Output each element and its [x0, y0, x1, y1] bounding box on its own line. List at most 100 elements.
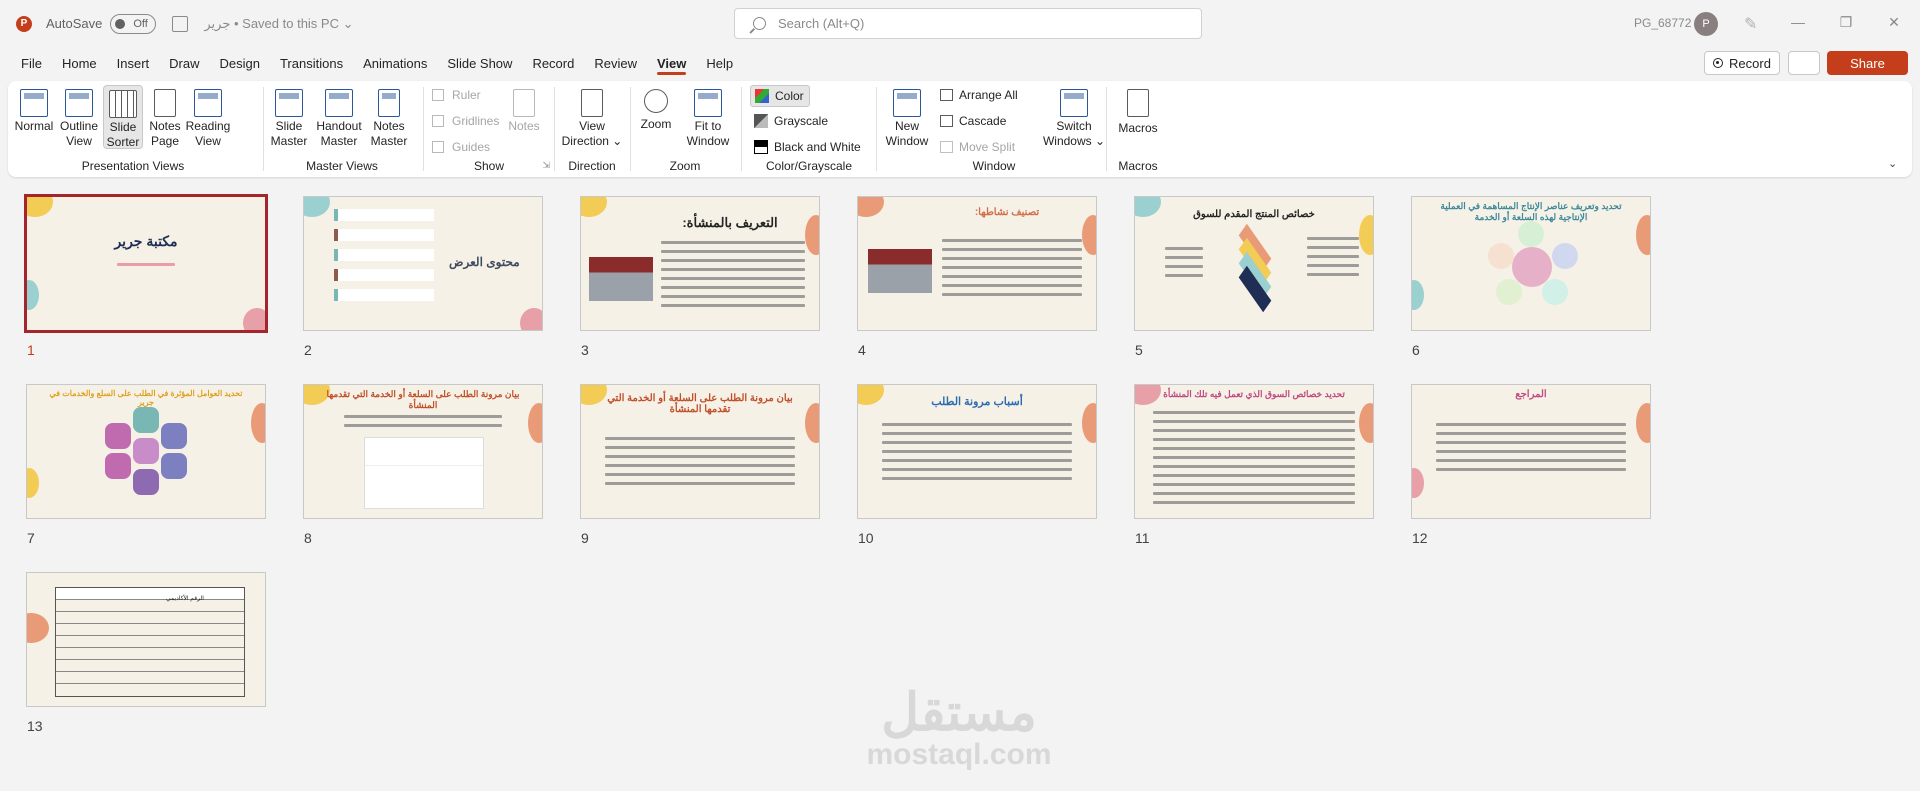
- view-direction-label-1: View: [579, 119, 605, 133]
- slide-number: 11: [1135, 530, 1150, 546]
- notes-button[interactable]: Notes: [504, 85, 544, 134]
- notes-page-icon: [154, 89, 176, 117]
- guides-checkbox[interactable]: Guides: [432, 137, 490, 157]
- fit-to-window-button[interactable]: Fit to Window: [683, 85, 733, 149]
- comments-button[interactable]: [1788, 51, 1820, 75]
- tab-animations[interactable]: Animations: [353, 47, 437, 79]
- ruler-checkbox[interactable]: Ruler: [432, 85, 481, 105]
- tab-slide-show[interactable]: Slide Show: [437, 47, 522, 79]
- normal-view-button[interactable]: Normal: [12, 85, 56, 134]
- slide-thumbnail-9[interactable]: بيان مرونة الطلب على السلعة أو الخدمة ال…: [580, 384, 820, 519]
- tab-insert[interactable]: Insert: [107, 47, 160, 79]
- group-zoom: Zoom Fit to Window Zoom: [633, 81, 737, 177]
- notes-page-button[interactable]: Notes Page: [146, 85, 184, 149]
- tab-help[interactable]: Help: [696, 47, 743, 79]
- slide-title: بيان مرونة الطلب على السلعة أو الخدمة ال…: [607, 393, 793, 415]
- designer-pen-icon[interactable]: ✎: [1744, 14, 1760, 33]
- tab-home[interactable]: Home: [52, 47, 107, 79]
- group-window: New Window Arrange All Cascade Move Spli…: [878, 81, 1110, 177]
- arrange-all-icon: [940, 89, 953, 101]
- separator: [263, 87, 264, 171]
- color-label: Color: [775, 89, 804, 103]
- reading-view-button[interactable]: Reading View: [184, 85, 232, 149]
- slide-thumbnail-6[interactable]: تحديد وتعريف عناصر الإنتاج المساهمة في ا…: [1411, 196, 1651, 331]
- minimize-button[interactable]: —: [1788, 12, 1808, 32]
- group-master-views: Slide Master Handout Master Notes Master…: [266, 81, 418, 177]
- tab-design[interactable]: Design: [210, 47, 270, 79]
- macros-icon: [1127, 89, 1149, 117]
- notes-master-button[interactable]: Notes Master: [366, 85, 412, 149]
- slide-thumbnail-5[interactable]: خصائص المنتج المقدم للسوق: [1134, 196, 1374, 331]
- tab-record[interactable]: Record: [522, 47, 584, 79]
- outline-view-button[interactable]: Outline View: [58, 85, 100, 149]
- cascade-button[interactable]: Cascade: [940, 111, 1006, 131]
- close-button[interactable]: ✕: [1884, 12, 1904, 32]
- grayscale-label: Grayscale: [774, 114, 829, 128]
- arrange-all-button[interactable]: Arrange All: [940, 85, 1018, 105]
- share-button[interactable]: Share: [1827, 51, 1908, 75]
- switch-windows-icon: [1060, 89, 1088, 117]
- slide-thumbnail-3[interactable]: التعريف بالمنشأة:: [580, 196, 820, 331]
- slide-number: 12: [1412, 530, 1428, 546]
- collapse-ribbon-chevron-icon[interactable]: ⌄: [1888, 157, 1897, 170]
- tab-file[interactable]: File: [11, 47, 52, 79]
- restore-button[interactable]: ❐: [1836, 12, 1856, 32]
- avatar[interactable]: P: [1694, 12, 1718, 36]
- reading-view-label-2: View: [195, 134, 221, 148]
- tab-review[interactable]: Review: [584, 47, 647, 79]
- share-label: Share: [1850, 55, 1885, 71]
- search-input[interactable]: Search (Alt+Q): [734, 8, 1202, 39]
- slide-thumbnail-12[interactable]: المراجع: [1411, 384, 1651, 519]
- slide-thumbnail-2[interactable]: محتوى العرض: [303, 196, 543, 331]
- switch-windows-button[interactable]: Switch Windows ⌄: [1042, 85, 1106, 149]
- tab-draw[interactable]: Draw: [159, 47, 209, 79]
- save-icon[interactable]: [172, 15, 189, 32]
- notes-master-icon: [378, 89, 400, 117]
- group-show: Ruler Gridlines Guides Notes Show ⇲: [426, 81, 552, 177]
- tab-view[interactable]: View: [647, 47, 696, 79]
- slide-number: 4: [858, 342, 866, 358]
- outline-view-label-2: View: [66, 134, 92, 148]
- move-split-label: Move Split: [959, 140, 1016, 154]
- grayscale-button[interactable]: Grayscale: [754, 111, 828, 131]
- autosave-toggle[interactable]: Off: [110, 13, 157, 34]
- macros-label: Macros: [1118, 121, 1158, 135]
- slide-sorter-button[interactable]: Slide Sorter: [103, 85, 143, 149]
- slide-thumbnail-4[interactable]: تصنيف نشاطها:: [857, 196, 1097, 331]
- record-button[interactable]: Record: [1704, 51, 1780, 75]
- slide-number: 7: [27, 530, 35, 546]
- move-split-button[interactable]: Move Split: [940, 137, 1015, 157]
- tab-transitions[interactable]: Transitions: [270, 47, 353, 79]
- ruler-check-icon: [432, 89, 444, 101]
- slide-thumbnail-1[interactable]: مكتبة جرير: [24, 194, 268, 333]
- view-direction-label-2: Direction ⌄: [561, 134, 623, 148]
- slide-number: 13: [27, 718, 43, 734]
- slide-title: تحديد العوامل المؤثرة في الطلب على السلع…: [49, 389, 243, 407]
- macros-button[interactable]: Macros: [1114, 85, 1162, 136]
- slide-title: التعريف بالمنشأة:: [682, 215, 778, 230]
- group-color-grayscale: Color Grayscale Black and White Color/Gr…: [744, 81, 874, 177]
- black-and-white-button[interactable]: Black and White: [754, 137, 861, 157]
- slide-master-button[interactable]: Slide Master: [266, 85, 312, 149]
- move-split-icon: [940, 141, 953, 153]
- slide-title: المراجع: [1515, 389, 1547, 400]
- handout-master-button[interactable]: Handout Master: [314, 85, 364, 149]
- slide-title: الرقم الأكاديمي: [166, 596, 204, 602]
- powerpoint-logo-icon: P: [16, 15, 32, 32]
- show-dialog-launcher-icon[interactable]: ⇲: [542, 160, 550, 171]
- color-button[interactable]: Color: [750, 85, 810, 107]
- autosave-label: AutoSave: [46, 16, 103, 31]
- gridlines-checkbox[interactable]: Gridlines: [432, 111, 499, 131]
- slide-number: 6: [1412, 342, 1420, 358]
- slide-thumbnail-11[interactable]: تحديد خصائص السوق الذي تعمل فيه تلك المن…: [1134, 384, 1374, 519]
- new-window-button[interactable]: New Window: [882, 85, 932, 149]
- slide-thumbnail-8[interactable]: بيان مرونة الطلب على السلعة أو الخدمة ال…: [303, 384, 543, 519]
- slide-thumbnail-13[interactable]: الرقم الأكاديمي: [26, 572, 266, 707]
- document-title[interactable]: جرير • Saved to this PC ⌄: [204, 16, 353, 32]
- zoom-button[interactable]: Zoom: [635, 85, 677, 132]
- view-direction-button[interactable]: View Direction ⌄: [558, 85, 626, 149]
- slide-thumbnail-10[interactable]: أسباب مرونة الطلب: [857, 384, 1097, 519]
- reading-view-label-1: Reading: [185, 119, 231, 133]
- notes-page-label-1: Notes: [149, 119, 181, 133]
- slide-thumbnail-7[interactable]: تحديد العوامل المؤثرة في الطلب على السلع…: [26, 384, 266, 519]
